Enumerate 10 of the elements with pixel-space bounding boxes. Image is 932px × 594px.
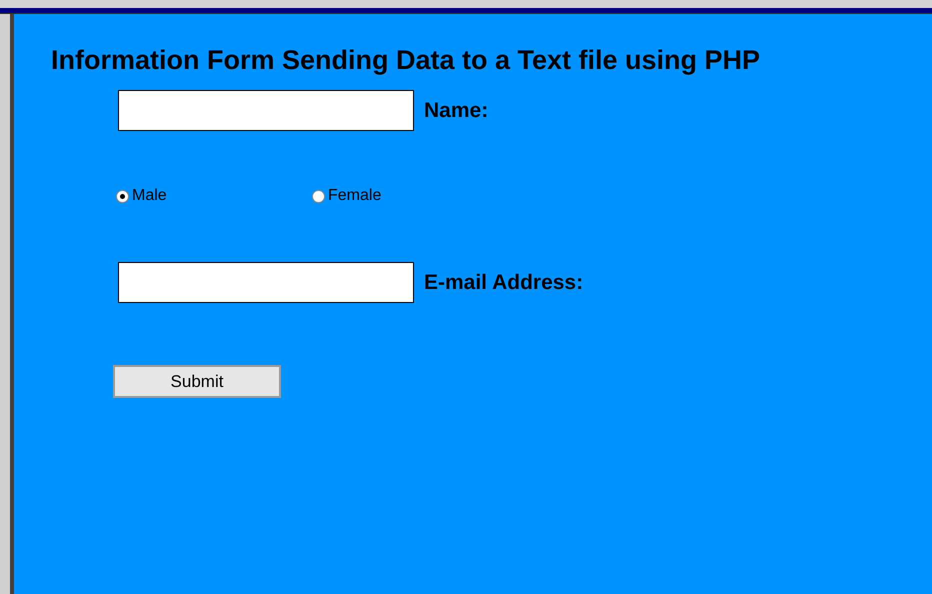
email-label: E-mail Address: bbox=[424, 270, 584, 294]
name-input[interactable] bbox=[118, 90, 414, 131]
email-input[interactable] bbox=[118, 262, 414, 303]
radio-label: Male bbox=[132, 187, 167, 205]
form-title: Information Form Sending Data to a Text file using PHP bbox=[51, 45, 762, 76]
radio-button[interactable] bbox=[312, 190, 325, 202]
name-label: Name: bbox=[424, 98, 488, 122]
radio-button[interactable] bbox=[116, 190, 129, 202]
submit-button[interactable]: Submit bbox=[113, 365, 281, 398]
radio-label: Female bbox=[328, 187, 382, 205]
